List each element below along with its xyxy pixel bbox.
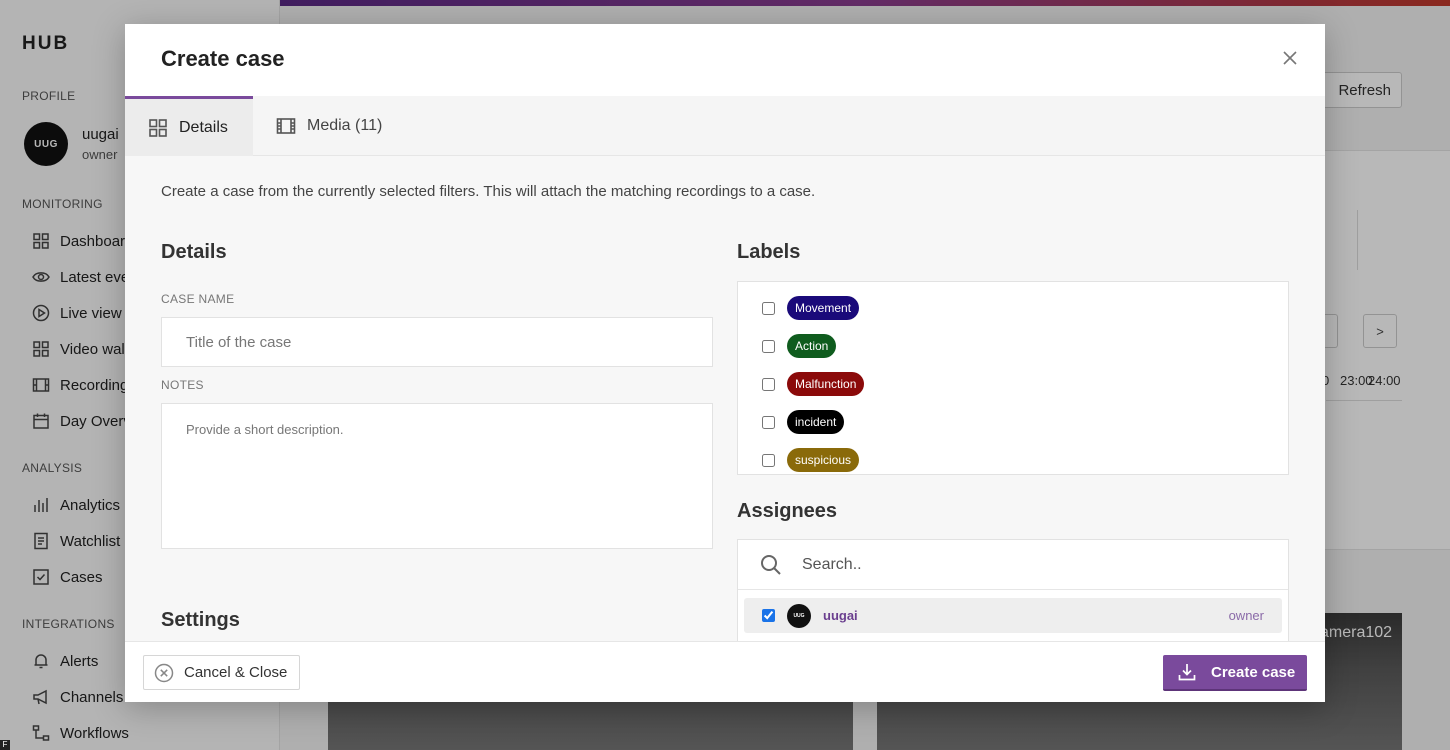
- assignee-row[interactable]: UUG uugai owner: [744, 598, 1282, 633]
- notes-label: NOTES: [161, 378, 204, 392]
- assignee-role: owner: [1228, 608, 1264, 623]
- search-icon: [760, 554, 782, 576]
- grid-icon: [147, 117, 169, 139]
- modal-footer: Cancel & Close Create case: [125, 641, 1325, 702]
- close-circle-icon: [154, 663, 174, 683]
- label-checkbox[interactable]: [762, 339, 775, 353]
- avatar: UUG: [787, 603, 811, 628]
- cancel-label: Cancel & Close: [184, 664, 288, 681]
- label-chip: Malfunction: [787, 372, 865, 396]
- close-icon: [1283, 50, 1297, 70]
- label-checkbox[interactable]: [762, 377, 775, 391]
- label-checkbox[interactable]: [762, 415, 775, 429]
- modal-title: Create case: [161, 46, 285, 71]
- label-chip: Movement: [787, 296, 860, 320]
- settings-title: Settings: [161, 609, 240, 631]
- label-option-incident[interactable]: incident: [762, 409, 845, 435]
- film-icon: [275, 115, 297, 137]
- download-icon: [1177, 662, 1197, 682]
- case-name-label: CASE NAME: [161, 292, 235, 306]
- label-chip: incident: [787, 410, 845, 434]
- assignee-name: uugai: [823, 608, 858, 623]
- cancel-close-button[interactable]: Cancel & Close: [143, 655, 300, 690]
- label-checkbox[interactable]: [762, 301, 775, 315]
- modal-tabs: Details Media (11): [125, 96, 1325, 156]
- assignees-title: Assignees: [737, 500, 838, 522]
- label-option-suspicious[interactable]: suspicious: [762, 447, 860, 473]
- modal-header: Create case: [125, 24, 1325, 96]
- assignee-search: [738, 540, 1288, 590]
- label-option-movement[interactable]: Movement: [762, 295, 860, 321]
- label-option-malfunction[interactable]: Malfunction: [762, 371, 865, 397]
- create-case-modal: Create case Details Media (11) Create a …: [125, 24, 1325, 702]
- create-label: Create case: [1211, 663, 1296, 681]
- case-name-input[interactable]: [161, 317, 713, 367]
- labels-title: Labels: [737, 241, 801, 263]
- tab-label: Details: [179, 118, 228, 136]
- corner-mark: F: [0, 740, 10, 750]
- label-option-action[interactable]: Action: [762, 333, 837, 359]
- tab-label: Media (11): [307, 117, 383, 134]
- intro-text: Create a case from the currently selecte…: [161, 183, 816, 200]
- label-checkbox[interactable]: [762, 453, 775, 467]
- tab-details[interactable]: Details: [125, 96, 253, 156]
- notes-textarea[interactable]: [161, 403, 713, 549]
- label-chip: Action: [787, 334, 837, 358]
- close-button[interactable]: [1279, 49, 1301, 71]
- label-chip: suspicious: [787, 448, 860, 472]
- details-title: Details: [161, 241, 227, 263]
- create-case-button[interactable]: Create case: [1163, 655, 1307, 691]
- assignee-search-input[interactable]: [802, 548, 1262, 582]
- labels-list: Movement Action Malfunction incident sus…: [737, 281, 1289, 475]
- assignee-checkbox[interactable]: [762, 609, 775, 622]
- tab-media[interactable]: Media (11): [253, 96, 413, 156]
